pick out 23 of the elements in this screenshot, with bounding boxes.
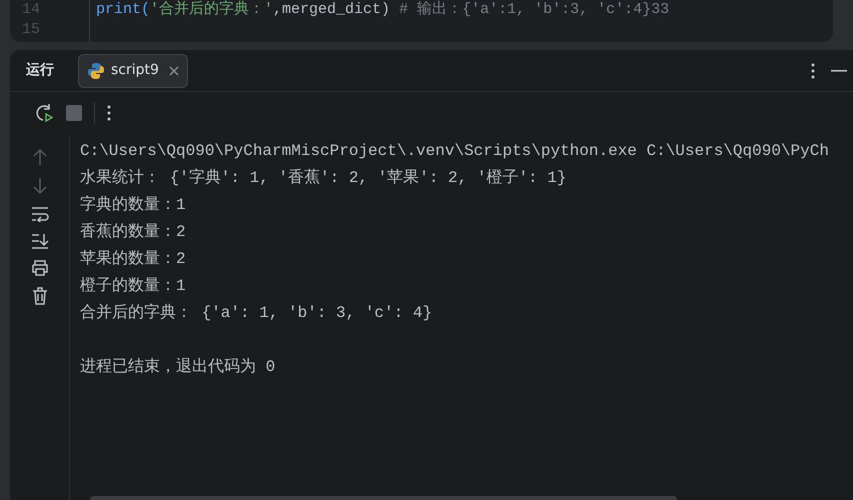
panel-title: 运行: [26, 61, 54, 80]
code-line: print('合并后的字典：',merged_dict) # 输出：{'a':1, 'b':3, 'c':4}33: [96, 1, 670, 18]
close-icon[interactable]: [168, 66, 179, 76]
console-line: 苹果的数量：2: [80, 249, 186, 270]
print-icon[interactable]: [30, 260, 48, 276]
minimize-icon[interactable]: [831, 70, 847, 72]
console-line: 合并后的字典： {'a': 1, 'b': 3, 'c': 4}: [80, 302, 432, 324]
trash-icon[interactable]: [32, 287, 48, 305]
more-options-icon[interactable]: [811, 62, 815, 78]
rerun-icon[interactable]: [34, 103, 54, 123]
scroll-to-end-icon[interactable]: [30, 233, 48, 249]
run-tab[interactable]: script9: [78, 54, 188, 88]
console-line: 进程已结束，退出代码为 0: [80, 356, 276, 378]
console-line: C:\Users\Qq090\PyCharmMiscProject\.venv\Scripts\python.exe C:\Users\Qq090\PyCh: [80, 141, 829, 162]
console-line: 香蕉的数量：2: [80, 222, 186, 243]
more-options-icon[interactable]: [107, 105, 111, 121]
soft-wrap-icon[interactable]: [30, 206, 48, 222]
console-line: 字典的数量：1: [80, 194, 186, 216]
console-line: 水果统计： {'字典': 1, '香蕉': 2, '苹果': 2, '橙子': 1}: [80, 168, 566, 189]
console-line: 橙子的数量：1: [80, 276, 186, 297]
down-arrow-icon[interactable]: [32, 177, 46, 195]
up-arrow-icon[interactable]: [32, 148, 46, 166]
python-logo-icon: [87, 62, 105, 80]
